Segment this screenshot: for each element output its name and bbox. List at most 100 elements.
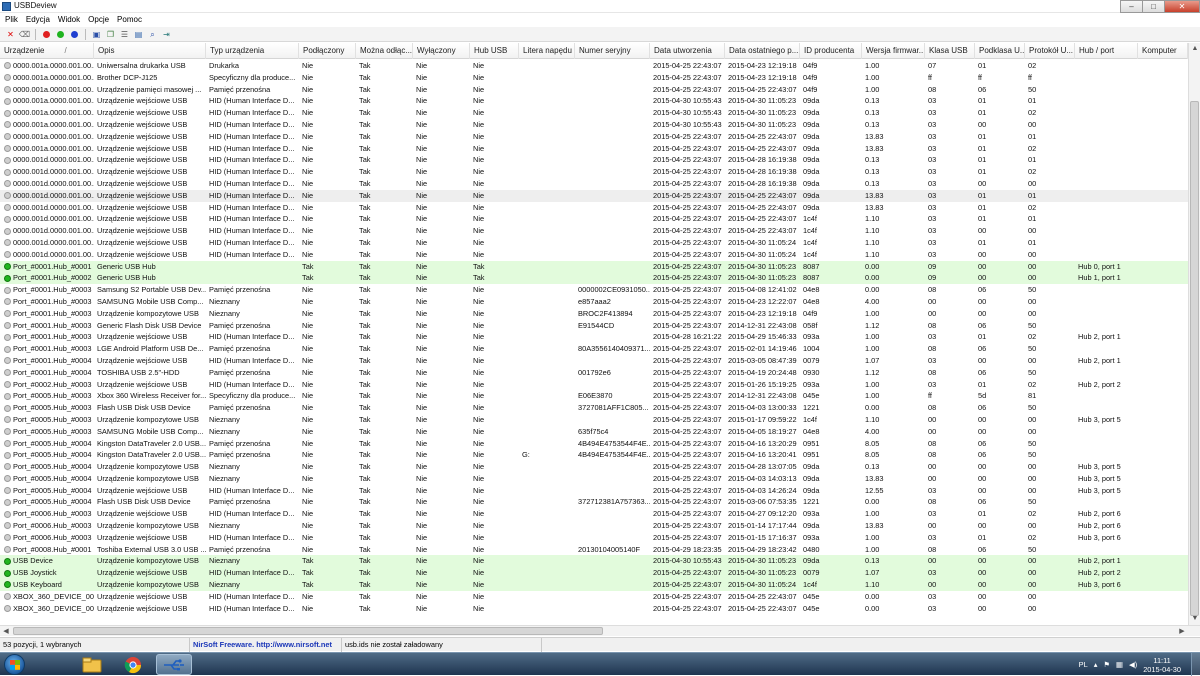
clock[interactable]: 11:11 2015-04-30 <box>1143 656 1181 674</box>
table-row[interactable]: Port_#0005.Hub_#0003 Xbox 360 Wireless Re… <box>0 390 1188 402</box>
table-row[interactable]: USB Keyboard Urządzenie kompozytowe USB Ni… <box>0 579 1188 591</box>
table-row[interactable]: Port_#0001.Hub_#0002 Generic USB Hub Tak Ta… <box>0 272 1188 285</box>
scroll-down-icon[interactable]: ▼ <box>1189 613 1200 625</box>
vertical-scroll-thumb[interactable] <box>1190 101 1199 616</box>
properties-icon[interactable]: ☰ <box>119 29 130 40</box>
red-dot-icon[interactable] <box>41 29 52 40</box>
network-icon[interactable]: ▦ <box>1116 660 1123 669</box>
table-row[interactable]: Port_#0005.Hub_#0004 Urządzenie kompozyto… <box>0 473 1188 485</box>
start-button[interactable] <box>4 654 25 675</box>
table-row[interactable]: Port_#0006.Hub_#0003 Urządzenie wejściowe… <box>0 508 1188 520</box>
device-list[interactable]: Urządzenie / Opis Typ urządzenia Podłączo… <box>0 43 1188 625</box>
table-row[interactable]: Port_#0001.Hub_#0003 Urządzenie kompozyto… <box>0 308 1188 320</box>
column-klasa-usb[interactable]: Klasa USB <box>925 43 975 59</box>
volume-icon[interactable]: ◀) <box>1129 660 1137 669</box>
table-row[interactable]: Port_#0008.Hub_#0001 Toshiba External USB… <box>0 544 1188 556</box>
menu-edycja[interactable]: Edycja <box>26 14 50 26</box>
table-row[interactable]: USB Joystick Urządzenie wejściowe USB HID … <box>0 567 1188 580</box>
tray-expand-icon[interactable]: ▴ <box>1094 660 1098 669</box>
maximize-button[interactable]: □ <box>1142 0 1164 13</box>
column-typ[interactable]: Typ urządzenia <box>206 43 299 59</box>
column-numer-seryjny[interactable]: Numer seryjny <box>575 43 650 59</box>
table-row[interactable]: 0000.001a.0000.001.00... Urządzenie wejśc… <box>0 95 1188 107</box>
table-row[interactable]: Port_#0005.Hub_#0004 Flash USB Disk USB D… <box>0 496 1188 508</box>
title-bar[interactable]: USBDeview – □ ✕ <box>0 0 1200 13</box>
chrome-icon[interactable] <box>115 654 151 675</box>
minimize-button[interactable]: – <box>1120 0 1142 13</box>
blue-dot-icon[interactable] <box>69 29 80 40</box>
table-row[interactable]: Port_#0001.Hub_#0004 Urządzenie wejściowe… <box>0 355 1188 367</box>
search-icon[interactable]: ⌕ <box>147 29 158 40</box>
green-dot-icon[interactable] <box>55 29 66 40</box>
table-row[interactable]: Port_#0005.Hub_#0004 Kingston DataTravele… <box>0 449 1188 461</box>
table-row[interactable]: 0000.001d.0000.001.00... Urządzenie wejśc… <box>0 213 1188 225</box>
table-row[interactable]: Port_#0001.Hub_#0004 TOSHIBA USB 2.5"-HDD… <box>0 367 1188 379</box>
close-red-icon[interactable]: ✕ <box>5 29 16 40</box>
table-row[interactable]: 0000.001d.0000.001.00... Urządzenie wejśc… <box>0 202 1188 214</box>
table-row[interactable]: XBOX_360_DEVICE_00... Urządzenie wejściow… <box>0 603 1188 615</box>
menu-opcje[interactable]: Opcje <box>88 14 109 26</box>
table-row[interactable]: 0000.001d.0000.001.00... Urządzenie wejśc… <box>0 225 1188 237</box>
explorer-icon[interactable] <box>74 654 110 675</box>
scroll-right-icon[interactable]: ▶ <box>1176 626 1188 637</box>
scroll-left-icon[interactable]: ◀ <box>0 626 12 637</box>
column-podklasa-usb[interactable]: Podklasa U... <box>975 43 1025 59</box>
close-button[interactable]: ✕ <box>1164 0 1200 13</box>
table-row[interactable]: 0000.001a.0000.001.00... Urządzenie wejśc… <box>0 131 1188 143</box>
table-row[interactable]: Port_#0001.Hub_#0003 SAMSUNG Mobile USB C… <box>0 296 1188 308</box>
column-protokol-usb[interactable]: Protokół U... <box>1025 43 1075 59</box>
column-komputer[interactable]: Komputer <box>1138 43 1188 59</box>
html-report-icon[interactable]: ▤ <box>133 29 144 40</box>
table-row[interactable]: Port_#0006.Hub_#0003 Urządzenie kompozyto… <box>0 520 1188 532</box>
table-row[interactable]: Port_#0001.Hub_#0003 LGE Android Platform… <box>0 343 1188 355</box>
uninstall-icon[interactable]: ⌫ <box>19 29 30 40</box>
table-row[interactable]: XBOX_360_DEVICE_00... Urządzenie wejściow… <box>0 591 1188 603</box>
table-row[interactable]: 0000.001d.0000.001.00... Urządzenie wejśc… <box>0 154 1188 166</box>
table-row[interactable]: Port_#0005.Hub_#0004 Kingston DataTravele… <box>0 438 1188 450</box>
table-row[interactable]: 0000.001d.0000.001.00... Urządzenie wejśc… <box>0 189 1188 202</box>
table-row[interactable]: Port_#0005.Hub_#0003 SAMSUNG Mobile USB C… <box>0 426 1188 438</box>
table-row[interactable]: 0000.001a.0000.001.00... Urządzenie wejśc… <box>0 119 1188 131</box>
menu-widok[interactable]: Widok <box>58 14 80 26</box>
table-row[interactable]: Port_#0001.Hub_#0003 Samsung S2 Portable … <box>0 284 1188 296</box>
column-data-utworzenia[interactable]: Data utworzenia <box>650 43 725 59</box>
column-data-ostatniego[interactable]: Data ostatniego p... <box>725 43 800 59</box>
table-row[interactable]: Port_#0005.Hub_#0004 Urządzenie wejściowe… <box>0 485 1188 497</box>
table-row[interactable]: Port_#0006.Hub_#0003 Urządzenie wejściowe… <box>0 532 1188 544</box>
table-row[interactable]: USB Device Urządzenie kompozytowe USB Niez… <box>0 555 1188 568</box>
show-desktop-button[interactable] <box>1191 653 1200 676</box>
column-wersja-firmware[interactable]: Wersja firmwar... <box>862 43 925 59</box>
column-hub-usb[interactable]: Hub USB <box>470 43 519 59</box>
table-row[interactable]: Port_#0001.Hub_#0003 Urządzenie wejściowe… <box>0 331 1188 343</box>
horizontal-scroll-thumb[interactable] <box>13 627 603 635</box>
table-row[interactable]: Port_#0001.Hub_#0003 Generic Flash Disk U… <box>0 320 1188 332</box>
column-opis[interactable]: Opis <box>94 43 206 59</box>
table-row[interactable]: 0000.001d.0000.001.00... Urządzenie wejśc… <box>0 166 1188 178</box>
column-hub-port[interactable]: Hub / port <box>1075 43 1138 59</box>
table-row[interactable]: Port_#0001.Hub_#0001 Generic USB Hub Tak Ta… <box>0 260 1188 273</box>
horizontal-scrollbar[interactable]: ◀ ▶ <box>0 625 1200 636</box>
save-icon[interactable]: ▣ <box>91 29 102 40</box>
vertical-scrollbar[interactable]: ▲ ▼ <box>1188 43 1200 625</box>
column-id-producenta[interactable]: ID producenta <box>800 43 862 59</box>
column-wylaczony[interactable]: Wyłączony <box>413 43 470 59</box>
table-row[interactable]: Port_#0005.Hub_#0003 Urządzenie kompozyto… <box>0 414 1188 426</box>
table-row[interactable]: 0000.001a.0000.001.00... Uniwersalna druk… <box>0 60 1188 72</box>
table-row[interactable]: 0000.001a.0000.001.00... Urządzenie wejśc… <box>0 107 1188 119</box>
table-row[interactable]: Port_#0002.Hub_#0003 Urządzenie wejściowe… <box>0 379 1188 391</box>
column-mozna-odlaczyc[interactable]: Można odłąc... <box>356 43 413 59</box>
table-row[interactable]: 0000.001d.0000.001.00... Urządzenie wejśc… <box>0 237 1188 249</box>
column-litera-napedu[interactable]: Litera napędu <box>519 43 575 59</box>
nirsoft-link[interactable]: NirSoft Freeware. http://www.nirsoft.net <box>190 638 342 652</box>
menu-pomoc[interactable]: Pomoc <box>117 14 142 26</box>
table-row[interactable]: 0000.001a.0000.001.00... Urządzenie wejśc… <box>0 143 1188 155</box>
usbdeview-icon[interactable] <box>156 654 192 675</box>
exit-icon[interactable]: ⇥ <box>161 29 172 40</box>
table-row[interactable]: 0000.001a.0000.001.00... Urządzenie pamię… <box>0 84 1188 96</box>
table-row[interactable]: 0000.001d.0000.001.00... Urządzenie wejśc… <box>0 249 1188 261</box>
table-row[interactable]: Port_#0005.Hub_#0004 Urządzenie kompozyto… <box>0 461 1188 473</box>
language-indicator[interactable]: PL <box>1079 660 1088 669</box>
menu-plik[interactable]: Plik <box>5 14 18 26</box>
table-row[interactable]: 0000.001a.0000.001.00... Brother DCP-J125… <box>0 72 1188 84</box>
column-urzadzenie[interactable]: Urządzenie / <box>0 43 94 59</box>
